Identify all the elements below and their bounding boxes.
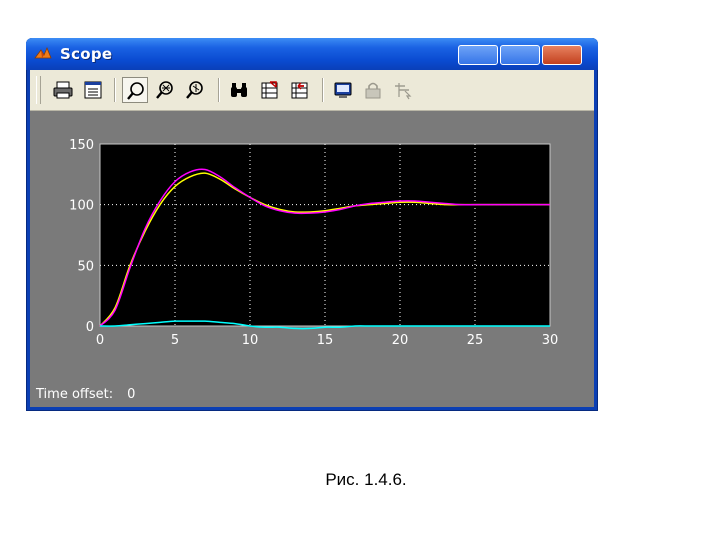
- restore-axes-button[interactable]: [286, 77, 312, 103]
- parameters-icon: [84, 81, 102, 99]
- title-bar[interactable]: Scope: [26, 38, 598, 70]
- x-tick-label: 30: [542, 333, 559, 348]
- y-tick-label: 50: [77, 259, 94, 274]
- x-tick-label: 5: [171, 333, 179, 348]
- time-offset-value: 0: [127, 387, 136, 402]
- x-tick-label: 25: [467, 333, 484, 348]
- x-tick-label: 0: [96, 333, 104, 348]
- x-tick-label: 10: [242, 333, 259, 348]
- zoom-x-icon: [156, 81, 173, 99]
- scope-window: Scope 0 5 10 15 20 25 30 0 50 100 150 Ti…: [26, 38, 598, 411]
- zoom-button[interactable]: [122, 77, 148, 103]
- zoom-icon: [127, 82, 144, 100]
- toolbar-separator: [114, 78, 116, 102]
- signal-selection-icon: [395, 83, 412, 100]
- maximize-button[interactable]: [500, 45, 540, 65]
- save-axes-icon: [261, 81, 278, 99]
- parameters-button[interactable]: [80, 77, 106, 103]
- x-tick-label: 20: [392, 333, 409, 348]
- time-offset-readout: Time offset: 0: [36, 387, 135, 402]
- y-tick-label: 100: [69, 199, 94, 214]
- zoom-x-button[interactable]: [152, 77, 178, 103]
- lock-axes-button[interactable]: [360, 77, 386, 103]
- floating-scope-button[interactable]: [330, 77, 356, 103]
- toolbar-separator: [322, 78, 324, 102]
- close-button[interactable]: [542, 45, 582, 65]
- toolbar: [30, 70, 594, 111]
- autoscale-button[interactable]: [226, 77, 252, 103]
- plot-area: [99, 143, 551, 327]
- x-tick-label: 15: [317, 333, 334, 348]
- time-offset-label: Time offset:: [36, 387, 114, 402]
- figure-caption: Рис. 1.4.6.: [325, 470, 407, 489]
- restore-axes-icon: [291, 82, 308, 99]
- zoom-y-button[interactable]: [182, 77, 208, 103]
- toolbar-grip[interactable]: [36, 76, 41, 104]
- y-tick-label: 150: [69, 138, 94, 153]
- signal-selection-button[interactable]: [390, 77, 416, 103]
- print-icon: [53, 81, 73, 99]
- scope-display: 0 5 10 15 20 25 30 0 50 100 150 Time offset: 0: [30, 111, 594, 407]
- y-tick-label: 0: [86, 320, 94, 335]
- window-title: Scope: [60, 45, 113, 63]
- minimize-button[interactable]: [458, 45, 498, 65]
- scope-plot[interactable]: 0 5 10 15 20 25 30 0 50 100 150: [30, 111, 594, 383]
- toolbar-separator: [218, 78, 220, 102]
- print-button[interactable]: [50, 77, 76, 103]
- autoscale-binoculars-icon: [231, 83, 247, 97]
- lock-axes-icon: [365, 82, 381, 99]
- matlab-logo-icon: [34, 46, 52, 59]
- zoom-y-icon: [186, 81, 203, 99]
- floating-scope-icon: [334, 82, 352, 98]
- save-axes-button[interactable]: [256, 77, 282, 103]
